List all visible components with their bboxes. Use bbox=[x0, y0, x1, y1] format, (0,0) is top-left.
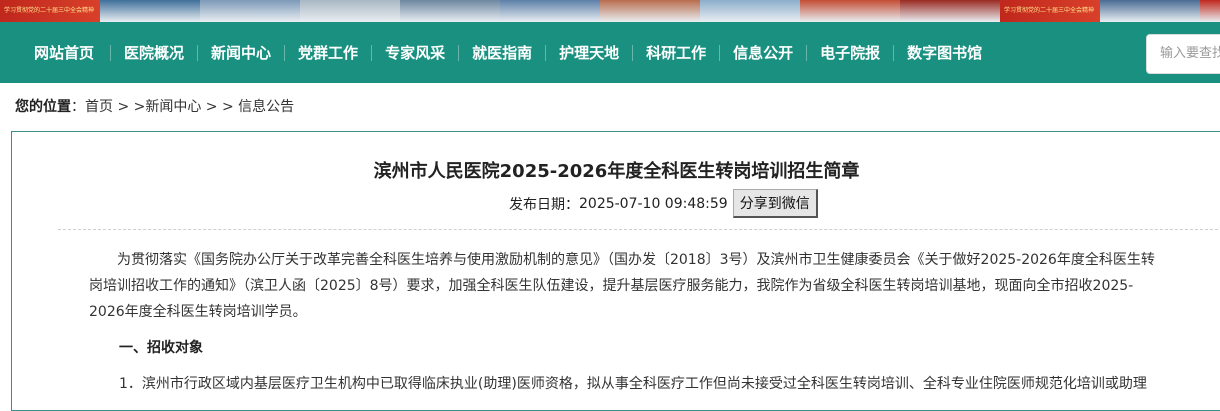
nav-item-guide[interactable]: 就医指南 bbox=[458, 36, 545, 70]
section-heading: 一、招收对象 bbox=[119, 340, 203, 356]
article-panel: 滨州市人民医院2025-2026年度全科医生转岗培训招生简章 发布日期： 2025… bbox=[11, 131, 1220, 411]
banner-photo bbox=[200, 0, 300, 22]
breadcrumb: 您的位置：首页 > >新闻中心 > > 信息公告 bbox=[15, 96, 294, 116]
banner-photo: 学习贯彻党的二十届三中全会精神 bbox=[0, 0, 100, 22]
banner-photo bbox=[100, 0, 200, 22]
search-input[interactable]: 输入要查找 bbox=[1146, 34, 1220, 74]
banner-photo bbox=[900, 0, 1000, 22]
date-label: 发布日期： bbox=[509, 196, 579, 213]
nav-menu: 网站首页 医院概况 新闻中心 党群工作 专家风采 就医指南 护理天地 科研工作 … bbox=[20, 36, 995, 70]
top-banner: 学习贯彻党的二十届三中全会精神 学习贯彻党的二十届三中全会精神 bbox=[0, 0, 1220, 22]
nav-item-party[interactable]: 党群工作 bbox=[284, 36, 371, 70]
article-title: 滨州市人民医院2025-2026年度全科医生转岗培训招生简章 bbox=[12, 157, 1220, 183]
banner-photo bbox=[800, 0, 900, 22]
article-title-text: 滨州市人民医院2025-2026年度全科医生转岗培训招生简章 bbox=[373, 161, 860, 182]
breadcrumb-path[interactable]: ：首页 > >新闻中心 > > 信息公告 bbox=[71, 99, 294, 115]
banner-photo: 学习贯彻党的二十届三中全会精神 bbox=[1000, 0, 1100, 22]
nav-item-epaper[interactable]: 电子院报 bbox=[806, 36, 893, 70]
main-nav: 网站首页 医院概况 新闻中心 党群工作 专家风采 就医指南 护理天地 科研工作 … bbox=[0, 22, 1220, 83]
article-meta: 发布日期： 2025-07-10 09:48:59 分享到微信 bbox=[509, 189, 818, 218]
publish-date: 2025-07-10 09:48:59 bbox=[579, 195, 728, 212]
nav-item-nursing[interactable]: 护理天地 bbox=[545, 36, 632, 70]
banner-photo bbox=[700, 0, 800, 22]
para-line: 为贯彻落实《国务院办公厅关于改革完善全科医生培养与使用激励机制的意见》（国办发〔… bbox=[117, 252, 1155, 268]
article-intro-paragraph: 为贯彻落实《国务院办公厅关于改革完善全科医生培养与使用激励机制的意见》（国办发〔… bbox=[89, 247, 1220, 325]
banner-photo bbox=[500, 0, 600, 22]
banner-photo bbox=[600, 0, 700, 22]
nav-item-research[interactable]: 科研工作 bbox=[632, 36, 719, 70]
banner-photo bbox=[1100, 0, 1200, 22]
nav-item-disclosure[interactable]: 信息公开 bbox=[719, 36, 806, 70]
list-item: 1．滨州市行政区域内基层医疗卫生机构中已取得临床执业(助理)医师资格，拟从事全科… bbox=[119, 376, 1147, 392]
para-line: 2026年度全科医生转岗培训学员。 bbox=[89, 304, 307, 320]
divider bbox=[58, 229, 1220, 230]
nav-item-library[interactable]: 数字图书馆 bbox=[893, 36, 995, 70]
share-wechat-button[interactable]: 分享到微信 bbox=[732, 189, 818, 218]
nav-item-about[interactable]: 医院概况 bbox=[110, 36, 197, 70]
breadcrumb-label: 您的位置 bbox=[15, 99, 71, 115]
nav-item-news[interactable]: 新闻中心 bbox=[197, 36, 284, 70]
banner-photo bbox=[300, 0, 400, 22]
para-line: 岗培训招收工作的通知》（滨卫人函〔2025〕8号）要求，加强全科医生队伍建设，提… bbox=[89, 278, 1134, 294]
nav-item-experts[interactable]: 专家风采 bbox=[371, 36, 458, 70]
banner-photo bbox=[400, 0, 500, 22]
banner-photo bbox=[1200, 0, 1220, 22]
nav-item-home[interactable]: 网站首页 bbox=[20, 36, 107, 70]
